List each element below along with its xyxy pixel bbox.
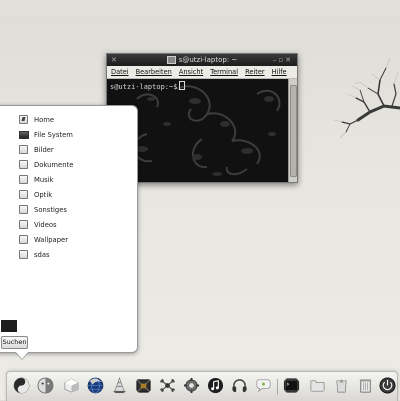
folder-icon [19,205,28,214]
menu-ansicht[interactable]: Ansicht [179,68,203,76]
terminal-app-icon [166,56,176,64]
place-item-file-system[interactable]: File System [19,127,73,142]
music-icon[interactable] [207,377,224,394]
terminal-prompt: s@utzi-laptop:~$ [110,83,178,91]
places-search-field[interactable] [1,320,17,332]
menu-datei[interactable]: Datei [111,68,129,76]
place-label: Sonstiges [34,205,67,214]
place-label: sdas [34,250,50,259]
place-item-sonstiges[interactable]: Sonstiges [19,202,73,217]
terminal-icon[interactable] [283,377,300,394]
terminal-title: s@utzi-laptop: ~ [178,56,238,64]
folder-icon [19,160,28,169]
place-label: Dokumente [34,160,74,169]
menu-terminal[interactable]: Terminal [210,68,238,76]
place-label: Wallpaper [34,235,68,244]
places-list: Home File System Bilder Dokumente Musik … [19,112,73,262]
media-player-icon[interactable] [111,377,128,394]
place-item-videos[interactable]: Videos [19,217,73,232]
network-icon[interactable] [159,377,176,394]
folder-icon [19,220,28,229]
drive-icon [19,130,29,139]
folder-icon [19,175,28,184]
home-folder-icon [19,115,28,124]
place-item-musik[interactable]: Musik [19,172,73,187]
place-item-home[interactable]: Home [19,112,73,127]
chat-icon[interactable] [255,377,272,394]
dock-separator [277,379,278,395]
place-label: Videos [34,220,57,229]
folder-icon [19,145,28,154]
menu-hilfe[interactable]: Hilfe [272,68,287,76]
place-item-sdas[interactable]: sdas [19,247,73,262]
popup-pointer [14,350,30,359]
headphones-icon[interactable] [231,377,248,394]
place-label: Musik [34,175,54,184]
power-icon[interactable] [379,377,396,394]
menu-bearbeiten[interactable]: Bearbeiten [136,68,172,76]
folder-icon [19,190,28,199]
dock [6,371,398,401]
place-label: Optik [34,190,53,199]
window-controls[interactable]: –▫✕ [273,54,293,66]
terminal-titlebar[interactable]: ✕ s@utzi-laptop: ~ –▫✕ [107,54,297,66]
place-item-dokumente[interactable]: Dokumente [19,157,73,172]
search-button[interactable]: Suchen [1,336,28,349]
places-icon[interactable] [13,377,30,394]
package-icon[interactable] [135,377,152,394]
place-item-wallpaper[interactable]: Wallpaper [19,232,73,247]
terminal-scrollbar-thumb[interactable] [290,85,297,177]
place-label: File System [34,130,73,139]
desktop-top-strip [0,0,400,16]
folder-icon [19,250,28,259]
window-menu-icon[interactable]: ✕ [111,54,117,66]
trash-icon[interactable] [333,377,350,394]
folder-stack-icon[interactable] [309,377,326,394]
menu-reiter[interactable]: Reiter [245,68,265,76]
terminal-scrollbar[interactable] [288,79,297,182]
folder-icon [19,235,28,244]
cube-icon[interactable] [63,377,80,394]
place-label: Home [34,115,55,124]
settings-icon[interactable] [183,377,200,394]
place-item-optik[interactable]: Optik [19,187,73,202]
place-label: Bilder [34,145,54,154]
places-popup: Home File System Bilder Dokumente Musik … [0,105,138,353]
terminal-cursor [179,81,186,90]
browser-icon[interactable] [87,377,104,394]
terminal-menubar: Datei Bearbeiten Ansicht Terminal Reiter… [107,66,297,79]
tree-wallpaper-decoration [333,57,400,139]
finder-icon[interactable] [37,377,54,394]
place-item-bilder[interactable]: Bilder [19,142,73,157]
recycle-icon[interactable] [357,377,374,394]
